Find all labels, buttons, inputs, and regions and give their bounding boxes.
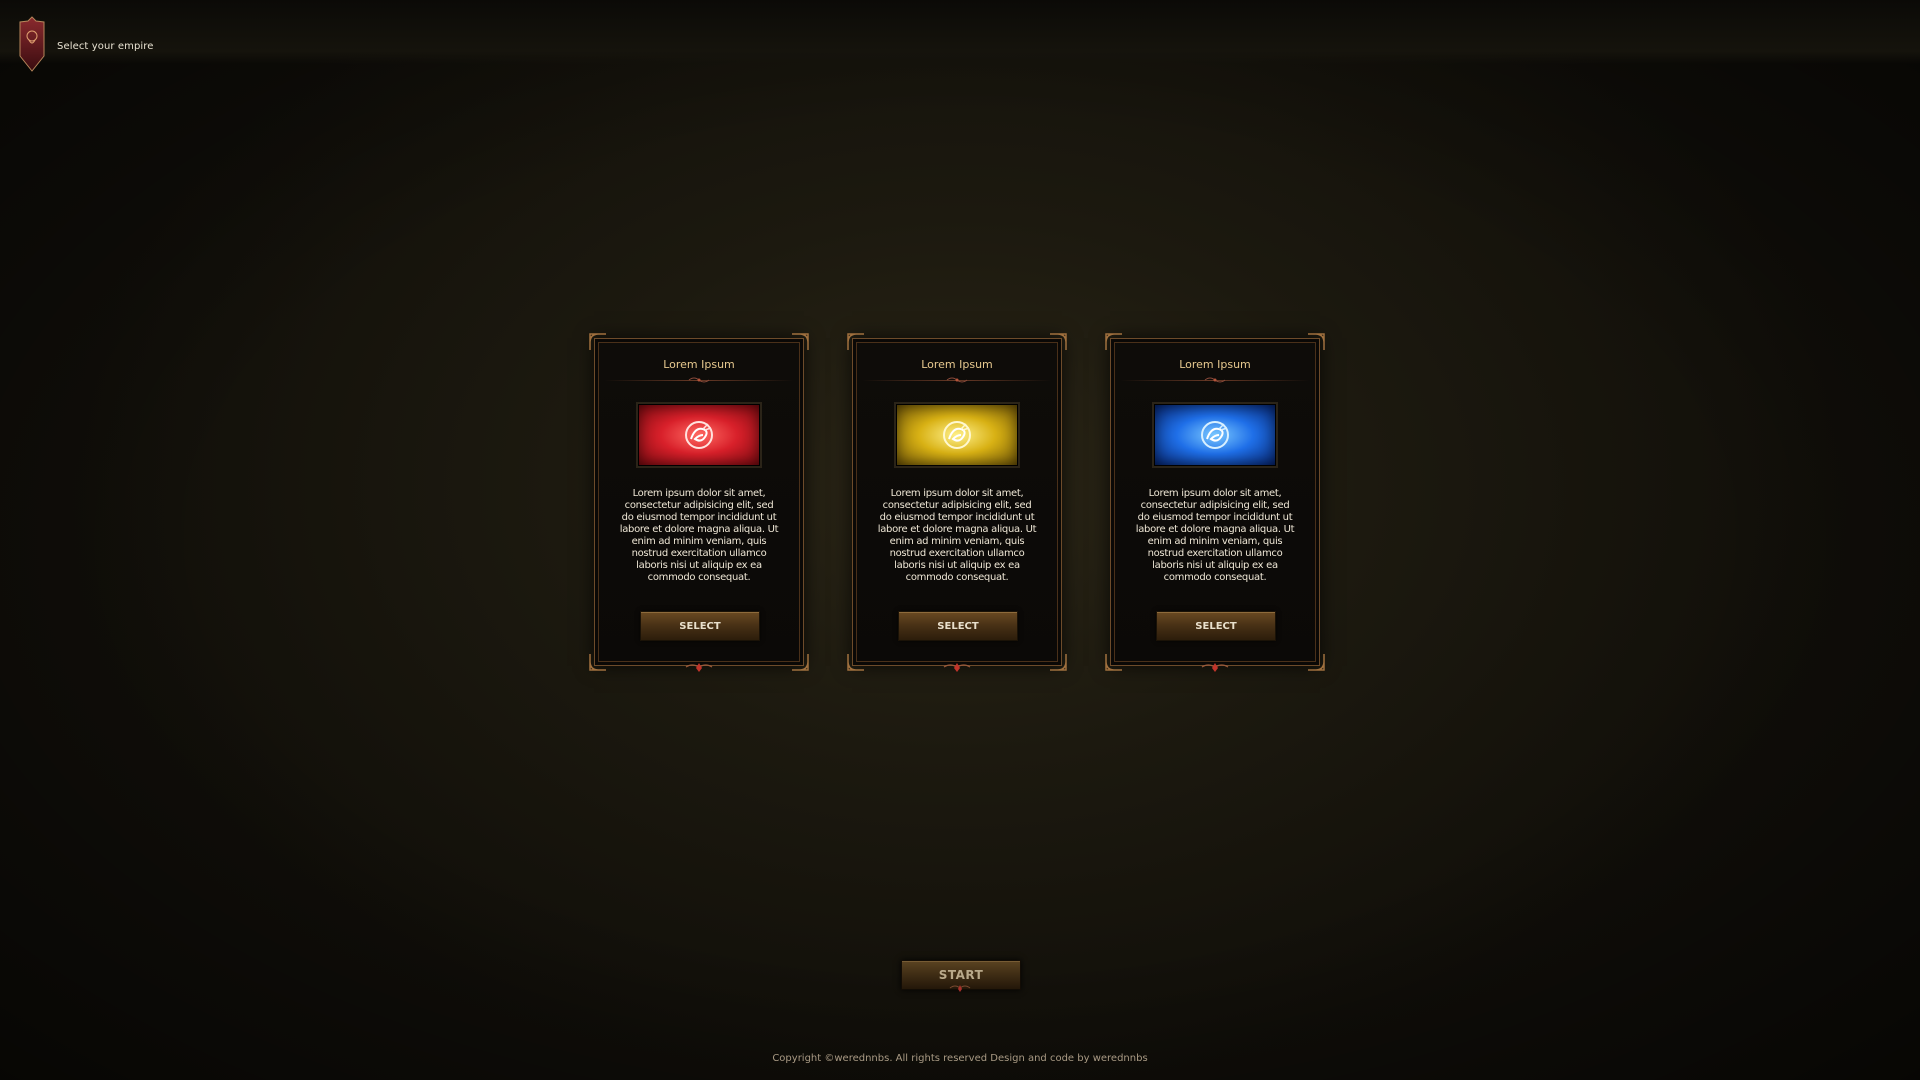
select-button-blue[interactable]: SELECT (1156, 611, 1276, 641)
dragon-emblem-icon (685, 421, 713, 449)
dragon-emblem-icon (1201, 421, 1229, 449)
empire-shield-icon (19, 16, 45, 72)
divider-ornament-icon (1204, 377, 1226, 383)
bottom-ornament-icon (685, 663, 713, 672)
corner-ornament-icon (589, 654, 606, 671)
empire-card-red: Lorem Ipsum Lorem ipsum dolor sit amet, … (589, 333, 809, 672)
corner-ornament-icon (847, 333, 864, 350)
empire-card-blue: Lorem Ipsum Lorem ipsum dolor sit amet, … (1105, 333, 1325, 672)
empire-banner-red (638, 404, 760, 466)
top-bar: Select your empire (0, 0, 1920, 72)
empire-banner-blue (1154, 404, 1276, 466)
bottom-ornament-icon (943, 663, 971, 672)
corner-ornament-icon (792, 333, 809, 350)
page-title: Select your empire (57, 41, 154, 52)
card-description: Lorem ipsum dolor sit amet, consectetur … (877, 488, 1037, 583)
corner-ornament-icon (1308, 654, 1325, 671)
card-title: Lorem Ipsum (663, 358, 735, 371)
card-description: Lorem ipsum dolor sit amet, consectetur … (1135, 488, 1295, 583)
corner-ornament-icon (847, 654, 864, 671)
divider-ornament-icon (946, 377, 968, 383)
select-button-red[interactable]: SELECT (640, 611, 760, 641)
footer-copyright: Copyright ©werednnbs. All rights reserve… (772, 1053, 1148, 1064)
empire-selection-screen: Select your empire Lorem Ipsum Lorem ips… (0, 0, 1920, 1080)
dragon-emblem-icon (943, 421, 971, 449)
corner-ornament-icon (1308, 333, 1325, 350)
empire-banner-yellow (896, 404, 1018, 466)
card-title: Lorem Ipsum (921, 358, 993, 371)
corner-ornament-icon (1105, 654, 1122, 671)
divider-ornament-icon (688, 377, 710, 383)
select-button-yellow[interactable]: SELECT (898, 611, 1018, 641)
corner-ornament-icon (1050, 654, 1067, 671)
corner-ornament-icon (1105, 333, 1122, 350)
corner-ornament-icon (792, 654, 809, 671)
corner-ornament-icon (1050, 333, 1067, 350)
empire-card-yellow: Lorem Ipsum Lorem ipsum dolor sit amet, … (847, 333, 1067, 672)
card-description: Lorem ipsum dolor sit amet, consectetur … (619, 488, 779, 583)
card-title: Lorem Ipsum (1179, 358, 1251, 371)
bottom-ornament-icon (1201, 663, 1229, 672)
start-ornament-icon (949, 985, 971, 992)
corner-ornament-icon (589, 333, 606, 350)
